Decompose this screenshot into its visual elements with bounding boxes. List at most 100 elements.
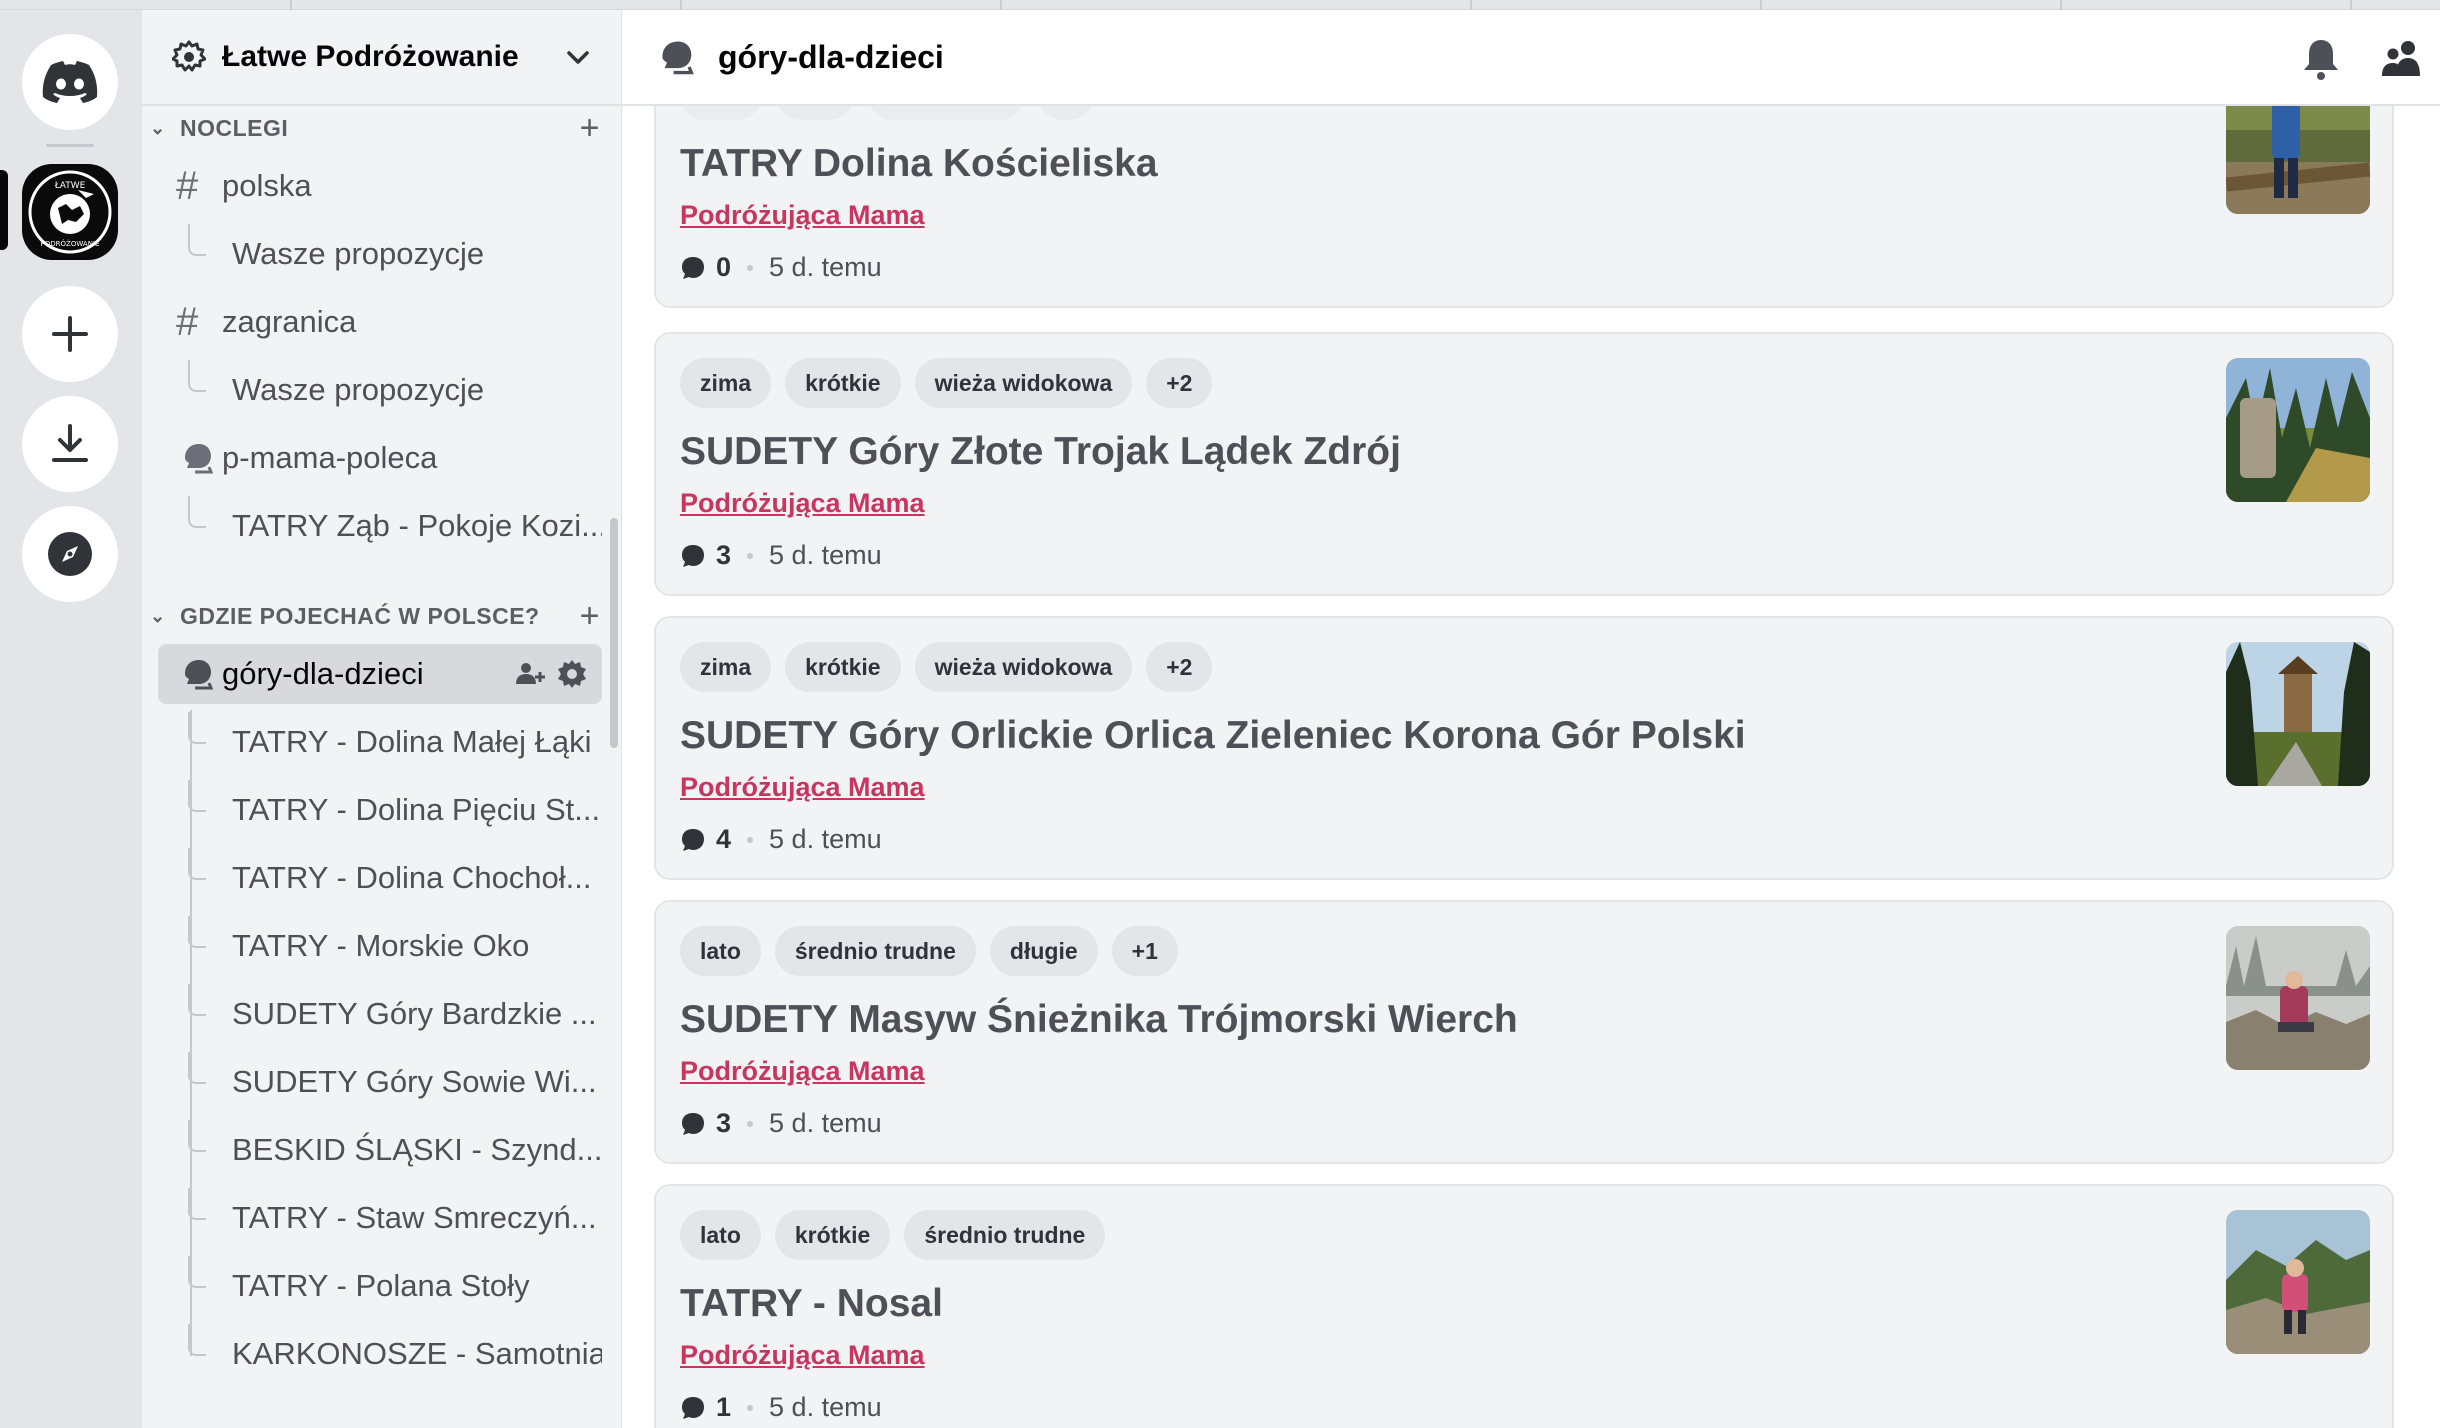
browser-tab-strip xyxy=(0,0,2440,10)
create-channel-icon[interactable]: + xyxy=(580,597,600,636)
post-thumbnail[interactable] xyxy=(2226,1210,2370,1354)
post-title[interactable]: SUDETY Masyw Śnieżnika Trójmorski Wierch xyxy=(680,998,1518,1042)
svg-text:PODRÓŻOWANIE: PODRÓŻOWANIE xyxy=(41,239,100,248)
server-rail: ŁATWE PODRÓŻOWANIE xyxy=(0,10,142,1428)
post-tags: lato krótkie średnio trudne xyxy=(680,1210,1106,1260)
post-title[interactable]: TATRY Dolina Kościeliska xyxy=(680,142,1158,186)
tag-more-chip: +2 xyxy=(1146,642,1213,692)
thread-item[interactable]: TATRY - Dolina Pięciu St... xyxy=(172,780,602,840)
channel-label: p-mama-poleca xyxy=(222,440,438,475)
post-thumbnail[interactable] xyxy=(2226,358,2370,502)
thread-label: TATRY - Dolina Chochoł... xyxy=(232,860,592,895)
member-list-icon[interactable] xyxy=(2380,36,2426,82)
forum-post-list: TATRY Dolina Kościeliska Podróżująca Mam… xyxy=(622,106,2440,1428)
message-icon xyxy=(682,256,704,279)
thread-label: TATRY Ząb - Pokoje Kozi... xyxy=(232,508,602,543)
forum-post-card[interactable]: lato krótkie średnio trudne TATRY - Nosa… xyxy=(654,1184,2394,1428)
separator-dot xyxy=(747,1120,754,1127)
tag-more-chip: +2 xyxy=(1146,358,1213,408)
thread-item[interactable]: Wasze propozycje xyxy=(172,360,602,420)
thread-label: TATRY - Dolina Małej Łąki xyxy=(232,724,592,759)
server-latwe-podrozowanie[interactable]: ŁATWE PODRÓŻOWANIE xyxy=(22,164,118,260)
explore-servers-button[interactable] xyxy=(22,506,118,602)
message-icon xyxy=(682,1396,704,1419)
discord-logo-icon xyxy=(42,61,98,103)
tag-chip: krótkie xyxy=(785,642,901,692)
child-by-stream-photo xyxy=(2226,106,2370,214)
separator-dot xyxy=(747,264,754,271)
thread-item[interactable]: Wasze propozycje xyxy=(172,224,602,284)
thread-item[interactable]: KARKONOSZE - Samotnia xyxy=(172,1324,602,1384)
post-author[interactable]: Podróżująca Mama xyxy=(680,200,925,231)
category-gdzie-pojechac[interactable]: ⌄ GDZIE POJECHAĆ W POLSCE? + xyxy=(150,596,600,636)
post-thumbnail[interactable] xyxy=(2226,926,2370,1070)
forum-post-card[interactable]: zima krótkie wieża widokowa +2 SUDETY Gó… xyxy=(654,332,2394,596)
forum-post-card[interactable]: lato średnio trudne długie +1 SUDETY Mas… xyxy=(654,900,2394,1164)
tag-chip: średnio trudne xyxy=(904,1210,1106,1260)
post-author[interactable]: Podróżująca Mama xyxy=(680,1340,925,1371)
thread-label: KARKONOSZE - Samotnia xyxy=(232,1336,602,1371)
thread-spine-icon xyxy=(184,1052,224,1102)
create-channel-icon[interactable]: + xyxy=(580,109,600,148)
tag-chip xyxy=(776,106,854,120)
gear-icon[interactable] xyxy=(556,658,588,690)
download-apps-button[interactable] xyxy=(22,396,118,492)
tag-more-chip: +1 xyxy=(1111,926,1178,976)
channel-label: zagranica xyxy=(222,304,357,339)
channel-polska[interactable]: # polska xyxy=(158,156,606,216)
thread-item[interactable]: SUDETY Góry Sowie Wi... xyxy=(172,1052,602,1112)
post-time: 5 d. temu xyxy=(769,540,882,570)
post-thumbnail[interactable] xyxy=(2226,106,2370,214)
channel-p-mama-poleca[interactable]: p-mama-poleca xyxy=(158,428,606,488)
tag-chip xyxy=(1038,106,1094,120)
add-server-button[interactable] xyxy=(22,286,118,382)
plus-icon xyxy=(52,316,88,352)
thread-item[interactable]: TATRY Ząb - Pokoje Kozi... xyxy=(172,496,602,556)
home-discord-button[interactable] xyxy=(22,34,118,130)
post-author[interactable]: Podróżująca Mama xyxy=(680,1056,925,1087)
post-title[interactable]: SUDETY Góry Złote Trojak Lądek Zdrój xyxy=(680,430,1401,474)
forum-post-card[interactable]: zima krótkie wieża widokowa +2 SUDETY Gó… xyxy=(654,616,2394,880)
thread-label: TATRY - Staw Smreczyń... xyxy=(232,1200,597,1235)
thread-spine-icon xyxy=(184,1256,224,1306)
lookout-tower-forest-photo xyxy=(2226,642,2370,786)
post-meta: 3 5 d. temu xyxy=(680,540,882,571)
post-author[interactable]: Podróżująca Mama xyxy=(680,488,925,519)
post-title[interactable]: SUDETY Góry Orlickie Orlica Zieleniec Ko… xyxy=(680,714,1746,758)
post-time: 5 d. temu xyxy=(769,824,882,854)
separator-dot xyxy=(747,552,754,559)
thread-spine-icon xyxy=(184,712,224,762)
channel-sidebar: Łatwe Podróżowanie ⌄ NOCLEGI + # polska … xyxy=(142,10,622,1428)
tag-chip xyxy=(680,106,762,120)
comment-count: 0 xyxy=(716,252,732,282)
separator-dot xyxy=(747,1404,754,1411)
thread-item[interactable]: TATRY - Polana Stoły xyxy=(172,1256,602,1316)
sidebar-scrollbar[interactable] xyxy=(610,518,618,748)
thread-spine-icon xyxy=(184,1188,224,1238)
server-name: Łatwe Podróżowanie xyxy=(222,40,519,73)
post-author[interactable]: Podróżująca Mama xyxy=(680,772,925,803)
channel-zagranica[interactable]: # zagranica xyxy=(158,292,606,352)
tag-chip: zima xyxy=(680,642,772,692)
category-label: GDZIE POJECHAĆ W POLSCE? xyxy=(180,602,540,629)
chevron-down-icon[interactable] xyxy=(564,43,592,71)
channel-gory-dla-dzieci[interactable]: góry-dla-dzieci xyxy=(158,644,602,704)
thread-item[interactable]: SUDETY Góry Bardzkie ... xyxy=(172,984,602,1044)
thread-item[interactable]: TATRY - Morskie Oko xyxy=(172,916,602,976)
tag-chip: wieża widokowa xyxy=(914,358,1133,408)
post-title[interactable]: TATRY - Nosal xyxy=(680,1282,943,1326)
post-thumbnail[interactable] xyxy=(2226,642,2370,786)
post-tags: lato średnio trudne długie +1 xyxy=(680,926,1178,976)
forum-post-card[interactable]: TATRY Dolina Kościeliska Podróżująca Mam… xyxy=(654,106,2394,308)
thread-item[interactable]: TATRY - Dolina Chochoł... xyxy=(172,848,602,908)
server-header[interactable]: Łatwe Podróżowanie xyxy=(142,10,621,106)
bell-icon[interactable] xyxy=(2298,36,2344,82)
forum-icon xyxy=(185,660,214,690)
thread-item[interactable]: BESKID ŚLĄSKI - Szynd... xyxy=(172,1120,602,1180)
invite-member-icon[interactable] xyxy=(514,658,546,690)
latwe-podrozowanie-logo-icon: ŁATWE PODRÓŻOWANIE xyxy=(28,170,112,254)
category-noclegi[interactable]: ⌄ NOCLEGI + xyxy=(150,108,600,148)
thread-item[interactable]: TATRY - Staw Smreczyń... xyxy=(172,1188,602,1248)
thread-item[interactable]: TATRY - Dolina Małej Łąki xyxy=(172,712,602,772)
tag-chip: krótkie xyxy=(785,358,901,408)
